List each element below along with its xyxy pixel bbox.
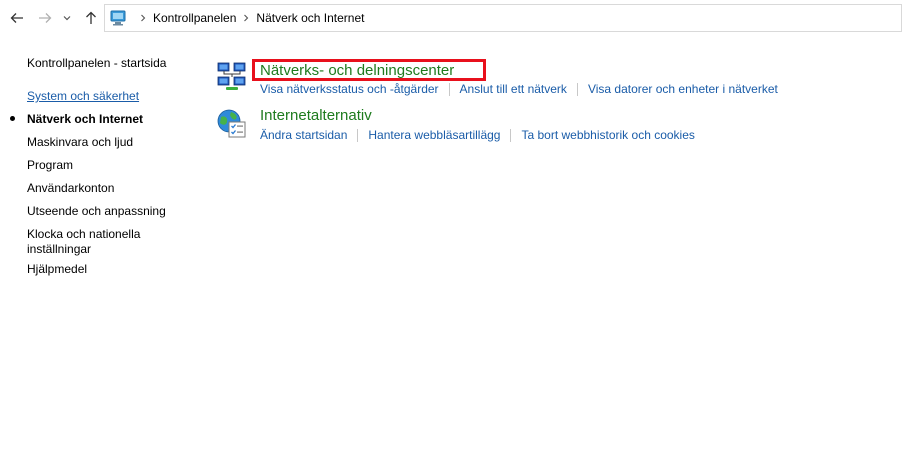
sidebar-item-appearance[interactable]: Utseende och anpassning <box>27 204 166 218</box>
sidebar-home-link[interactable]: Kontrollpanelen - startsida <box>27 56 166 70</box>
network-tasks-row: Visa nätverksstatus och -åtgärder Anslut… <box>260 82 778 96</box>
up-button[interactable] <box>81 8 101 28</box>
address-bar[interactable]: Kontrollpanelen Nätverk och Internet <box>104 4 902 32</box>
sidebar-item-hardware-sound[interactable]: Maskinvara och ljud <box>27 135 133 149</box>
sidebar-item-clock-region[interactable]: Klocka och nationella <box>27 227 140 241</box>
task-view-network-status[interactable]: Visa nätverksstatus och -åtgärder <box>260 82 439 96</box>
highlight-annotation <box>252 59 486 81</box>
arrow-right-icon <box>39 13 52 23</box>
task-divider <box>576 82 578 96</box>
sidebar-item-system-security[interactable]: System och säkerhet <box>27 89 139 103</box>
sidebar-item-clock-region-line2[interactable]: inställningar <box>27 242 91 256</box>
sidebar-item-user-accounts[interactable]: Användarkonton <box>27 181 114 195</box>
sidebar-item-ease-of-access[interactable]: Hjälpmedel <box>27 262 87 276</box>
arrow-left-icon <box>10 13 23 23</box>
network-sharing-icon <box>217 62 246 90</box>
task-change-home-page[interactable]: Ändra startsidan <box>260 128 347 142</box>
breadcrumb-separator-icon <box>140 14 146 22</box>
internet-options-link[interactable]: Internetalternativ <box>260 107 372 124</box>
task-divider <box>510 128 512 142</box>
sidebar-item-network-internet: Nätverk och Internet <box>27 112 144 126</box>
control-panel-icon <box>110 10 126 26</box>
task-divider <box>357 128 359 142</box>
breadcrumb-current[interactable]: Nätverk och Internet <box>256 11 364 25</box>
sidebar-item-programs[interactable]: Program <box>27 158 73 172</box>
internet-options-icon <box>217 109 246 138</box>
task-divider <box>448 82 450 96</box>
task-delete-browsing-history[interactable]: Ta bort webbhistorik och cookies <box>521 128 694 142</box>
breadcrumb-kontrollpanelen[interactable]: Kontrollpanelen <box>153 11 236 25</box>
recent-locations-button[interactable] <box>60 8 74 28</box>
breadcrumb-separator-icon <box>243 14 249 22</box>
navigation-bar: Kontrollpanelen Nätverk och Internet <box>0 0 906 36</box>
current-item-bullet <box>10 116 15 121</box>
chevron-down-icon <box>63 16 71 21</box>
forward-button[interactable] <box>35 8 55 28</box>
back-button[interactable] <box>7 8 27 28</box>
task-view-network-computers[interactable]: Visa datorer och enheter i nätverket <box>588 82 778 96</box>
task-connect-to-network[interactable]: Anslut till ett nätverk <box>460 82 567 96</box>
task-manage-browser-addons[interactable]: Hantera webbläsartillägg <box>368 128 500 142</box>
arrow-up-icon <box>86 11 96 24</box>
internet-options-tasks-row: Ändra startsidan Hantera webbläsartilläg… <box>260 128 695 142</box>
